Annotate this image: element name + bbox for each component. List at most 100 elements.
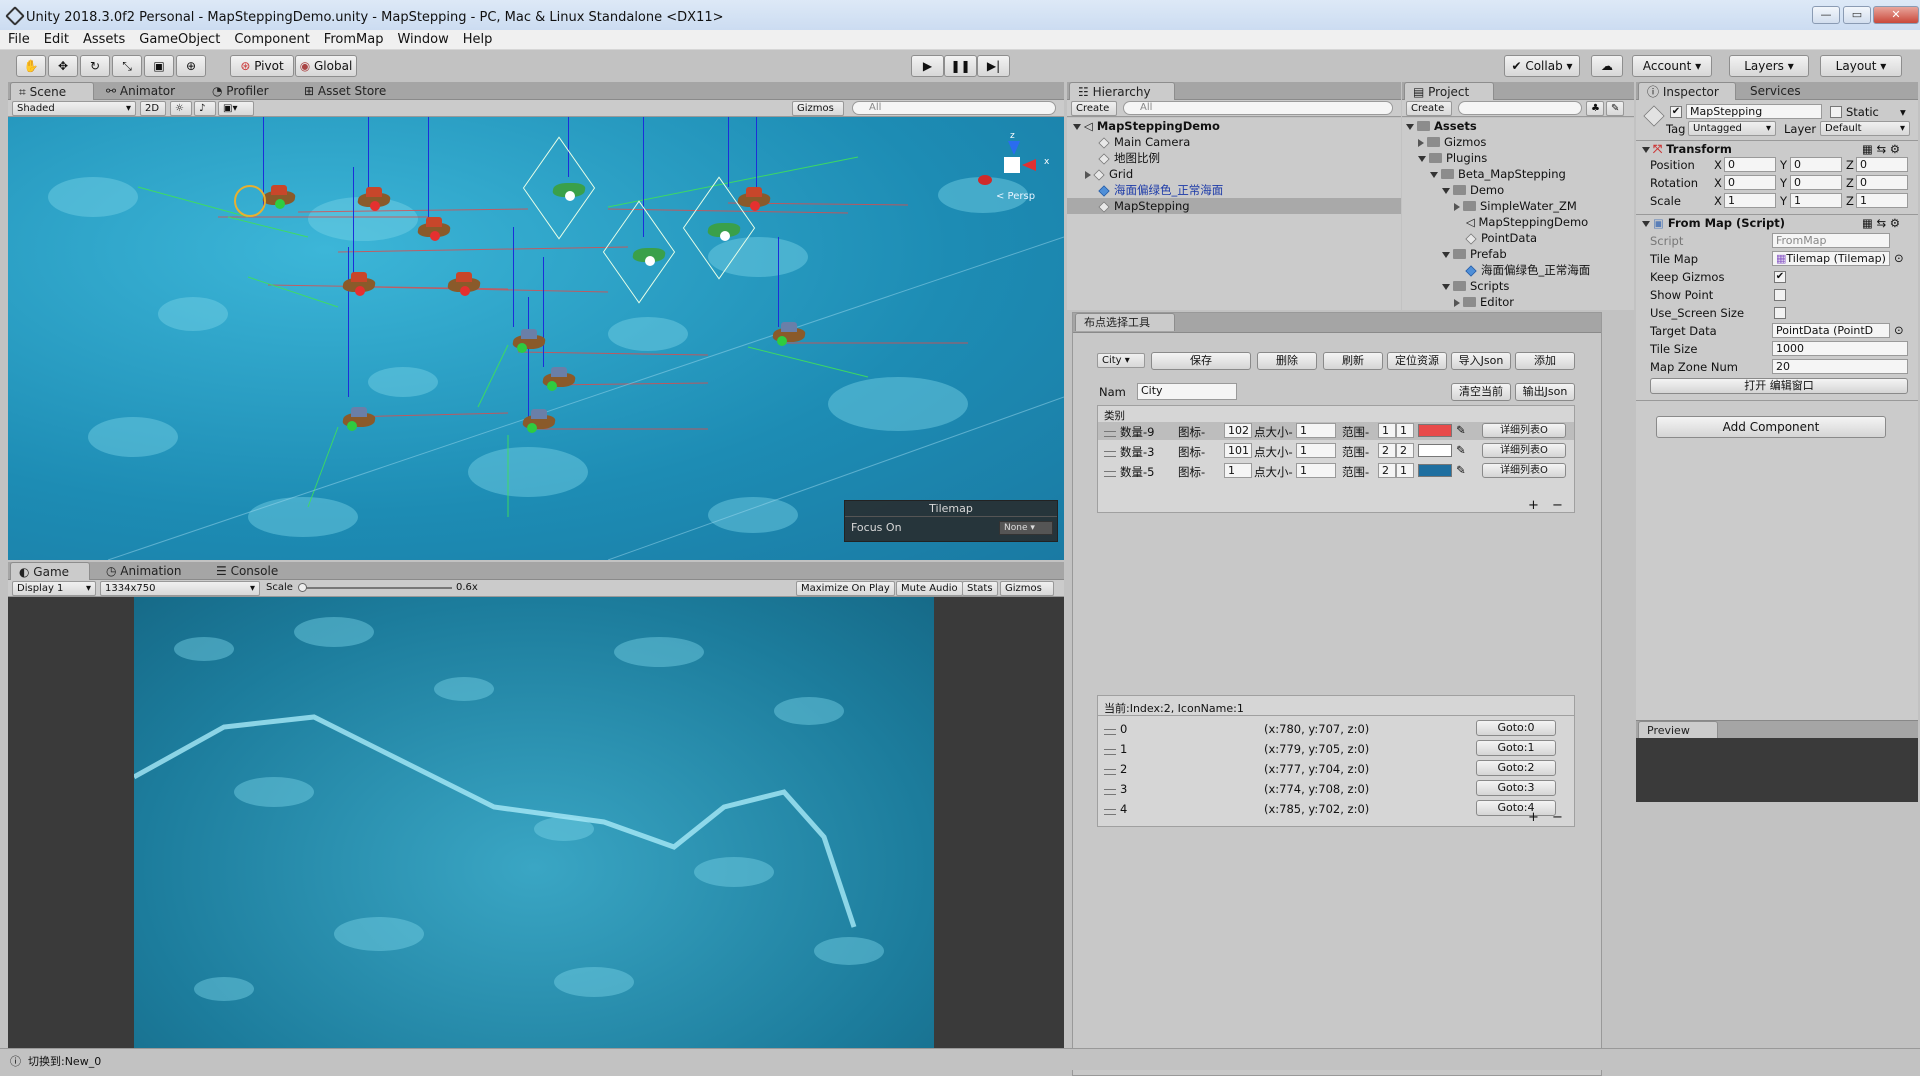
transform-field[interactable]: 1 [1856,193,1908,208]
point-add-button[interactable]: + [1528,810,1539,825]
effects-icon[interactable]: ▣▾ [218,101,254,116]
drag-handle-icon[interactable] [1104,769,1116,775]
transform-field[interactable]: 0 [1790,175,1842,190]
map-point-icon[interactable] [416,217,452,241]
tab-preview[interactable]: Preview [1638,721,1718,739]
detail-list-button[interactable]: 详细列表O [1482,443,1566,458]
range-min-field[interactable]: 2 [1378,463,1396,478]
project-item[interactable]: 海面偏绿色_正常海面 [1402,262,1634,278]
tab-project[interactable]: ▤ Project [1404,82,1494,100]
tab-asset-store[interactable]: ⊞ Asset Store [296,82,394,100]
detail-list-button[interactable]: 详细列表O [1482,423,1566,438]
save-button[interactable]: 保存 [1151,352,1251,370]
maximize-on-play-toggle[interactable]: Maximize On Play [796,581,895,596]
icon-field[interactable]: 101 [1224,443,1252,458]
stats-toggle[interactable]: Stats [962,581,998,596]
eyedropper-icon[interactable]: ✎ [1456,423,1466,437]
scene-root[interactable]: ◁ MapSteppingDemo [1067,118,1401,134]
hierarchy-item[interactable]: Main Camera [1067,134,1401,150]
color-swatch[interactable] [1418,424,1452,437]
transform-field[interactable]: 0 [1724,157,1776,172]
map-point-icon[interactable] [551,177,587,201]
audio-icon[interactable]: ♪ [194,101,216,116]
tab-console[interactable]: ☰ Console [208,562,286,580]
range-max-field[interactable]: 1 [1396,463,1414,478]
active-checkbox[interactable]: ✔ [1670,106,1682,118]
locate-asset-button[interactable]: 定位资源 [1387,352,1447,370]
icon-field[interactable]: 102 [1224,423,1252,438]
project-item[interactable]: Beta_MapStepping [1402,166,1634,182]
static-dropdown-icon[interactable]: ▾ [1900,105,1906,119]
transform-field[interactable]: 0 [1856,175,1908,190]
frommap-header[interactable]: ▣ From Map (Script) [1642,216,1785,230]
drag-handle-icon[interactable] [1104,809,1116,815]
map-point-icon[interactable] [341,272,377,296]
tab-hierarchy[interactable]: ☷ Hierarchy [1069,82,1175,100]
tab-profiler[interactable]: ◔ Profiler [204,82,277,100]
map-point-icon[interactable] [706,217,742,241]
static-checkbox[interactable] [1830,106,1842,118]
transform-header[interactable]: ⤧ Transform [1642,142,1732,157]
name-field[interactable]: City [1137,383,1237,400]
range-max-field[interactable]: 1 [1396,423,1414,438]
shading-dropdown[interactable]: Shaded ▾ [12,101,136,116]
color-swatch[interactable] [1418,464,1452,477]
drag-handle-icon[interactable] [1104,789,1116,795]
tab-scene[interactable]: ⌗ Scene [10,82,94,100]
goto-button[interactable]: Goto:1 [1476,740,1556,756]
global-button[interactable]: ◉ Global [295,55,357,77]
project-item[interactable]: Prefab [1402,246,1634,262]
orientation-gizmo[interactable]: z x < Persp [968,131,1058,202]
menu-item-frommap[interactable]: FromMap [318,30,390,49]
status-message[interactable]: 切换到:New_0 [28,1053,101,1069]
maximize-button[interactable]: ▭ [1843,6,1871,24]
drag-handle-icon[interactable] [1104,471,1116,477]
minimize-button[interactable]: — [1812,6,1840,24]
focus-on-dropdown[interactable]: None ▾ [999,521,1053,535]
target-data-picker-icon[interactable]: ⊙ [1894,323,1904,337]
game-viewport[interactable] [8,597,1064,1048]
map-point-icon[interactable] [356,187,392,211]
open-editor-button[interactable]: 打开 编辑窗口 [1650,378,1908,394]
project-item[interactable]: Assets [1402,118,1634,134]
object-name-field[interactable]: MapStepping [1686,104,1822,119]
close-button[interactable]: ✕ [1873,6,1919,24]
transform-field[interactable]: 1 [1790,193,1842,208]
layout-button[interactable]: Layout ▾ [1820,55,1902,77]
refresh-button[interactable]: 刷新 [1323,352,1383,370]
goto-button[interactable]: Goto:2 [1476,760,1556,776]
project-search-input[interactable] [1458,101,1582,115]
eyedropper-icon[interactable]: ✎ [1456,463,1466,477]
map-point-icon[interactable] [736,187,772,211]
type-dropdown[interactable]: City ▾ [1097,353,1145,368]
tab-inspector[interactable]: ⓘ Inspector [1638,82,1736,100]
collab-button[interactable]: ✔ Collab ▾ [1504,55,1580,77]
size-field[interactable]: 1 [1296,423,1336,438]
scale-slider-thumb[interactable] [298,583,307,592]
project-item[interactable]: Gizmos [1402,134,1634,150]
transform-field[interactable]: 0 [1790,157,1842,172]
size-field[interactable]: 1 [1296,463,1336,478]
eyedropper-icon[interactable]: ✎ [1456,443,1466,457]
project-create-dropdown[interactable]: Create ▾ [1406,101,1452,127]
map-point-icon[interactable] [631,242,667,266]
tab-animation[interactable]: ◷ Animation [98,562,189,580]
scale-tool-icon[interactable]: ⤡ [112,55,142,77]
size-field[interactable]: 1 [1296,443,1336,458]
project-item[interactable]: Demo [1402,182,1634,198]
range-max-field[interactable]: 2 [1396,443,1414,458]
step-button[interactable]: ▶| [977,55,1010,77]
map-point-icon[interactable] [341,407,377,431]
tab-animator[interactable]: ⚯ Animator [98,82,183,100]
drag-handle-icon[interactable] [1104,749,1116,755]
scene-viewport[interactable]: z x < Persp Tilemap Focus On None ▾ [8,117,1064,560]
layers-button[interactable]: Layers ▾ [1729,55,1809,77]
target-data-field[interactable]: PointData (PointD [1772,323,1890,338]
pivot-button[interactable]: ⊛ Pivot [230,55,294,77]
menu-item-gameobject[interactable]: GameObject [133,30,226,49]
mute-audio-toggle[interactable]: Mute Audio [896,581,963,596]
project-item[interactable]: PointData [1402,230,1634,246]
range-min-field[interactable]: 2 [1378,443,1396,458]
project-item[interactable]: Scripts [1402,278,1634,294]
tile-size-field[interactable]: 1000 [1772,341,1908,356]
